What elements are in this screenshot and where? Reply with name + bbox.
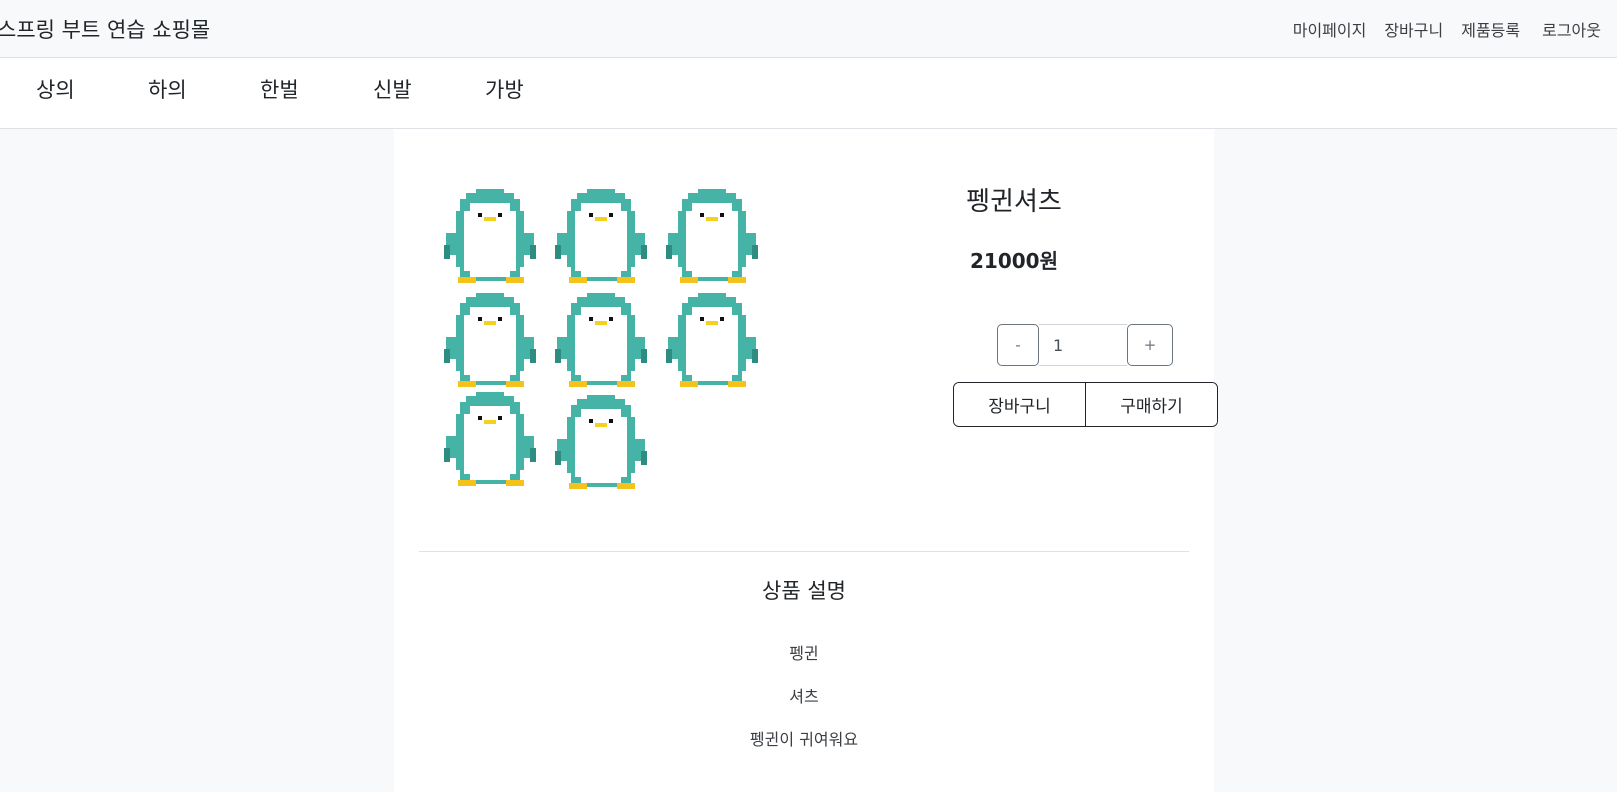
- top-navbar: 스프링 부트 연습 쇼핑몰 마이페이지 장바구니 제품등록 로그아웃: [0, 0, 1617, 58]
- description-title: 상품 설명: [762, 579, 846, 603]
- category-set[interactable]: 한벌: [260, 74, 299, 104]
- penguin-icon: [555, 395, 647, 489]
- top-links: 마이페이지 장바구니 제품등록 로그아웃: [1275, 17, 1601, 41]
- increase-quantity-button[interactable]: +: [1127, 324, 1173, 366]
- product-detail-card: 펭귄셔츠 21000원 - + 장바구니 구매하기 상품 설명 펭귄 셔츠 펭귄…: [394, 129, 1218, 792]
- description-line-1: 펭귄: [789, 644, 819, 663]
- product-name: 펭귄셔츠: [966, 187, 1062, 217]
- buy-now-button[interactable]: 구매하기: [1085, 383, 1217, 426]
- penguin-icon: [666, 189, 758, 283]
- add-to-cart-button[interactable]: 장바구니: [954, 383, 1085, 426]
- penguin-icon: [444, 392, 536, 486]
- description-line-3: 펭귄이 귀여워요: [749, 730, 859, 749]
- divider: [419, 551, 1189, 552]
- penguin-icon: [444, 293, 536, 387]
- quantity-input[interactable]: [1039, 324, 1127, 366]
- category-bar: 상의 하의 한벌 신발 가방: [0, 58, 1617, 129]
- category-top[interactable]: 상의: [36, 74, 75, 104]
- penguin-icon: [666, 293, 758, 387]
- purchase-actions: 장바구니 구매하기: [953, 382, 1218, 427]
- logout-link[interactable]: 로그아웃: [1542, 17, 1601, 41]
- category-shoes[interactable]: 신발: [373, 74, 412, 104]
- brand-link[interactable]: 스프링 부트 연습 쇼핑몰: [0, 14, 210, 44]
- decrease-quantity-button[interactable]: -: [997, 324, 1039, 366]
- penguin-icon: [444, 189, 536, 283]
- product-image: [444, 189, 758, 489]
- description-line-2: 셔츠: [789, 687, 819, 706]
- product-price: 21000원: [970, 249, 1058, 273]
- penguin-icon: [555, 189, 647, 283]
- penguin-icon: [555, 293, 647, 387]
- category-bottom[interactable]: 하의: [148, 74, 187, 104]
- quantity-stepper: - +: [997, 324, 1173, 366]
- product-register-link[interactable]: 제품등록: [1461, 17, 1520, 41]
- mypage-link[interactable]: 마이페이지: [1293, 17, 1367, 41]
- category-bags[interactable]: 가방: [485, 74, 524, 104]
- cart-link[interactable]: 장바구니: [1384, 17, 1443, 41]
